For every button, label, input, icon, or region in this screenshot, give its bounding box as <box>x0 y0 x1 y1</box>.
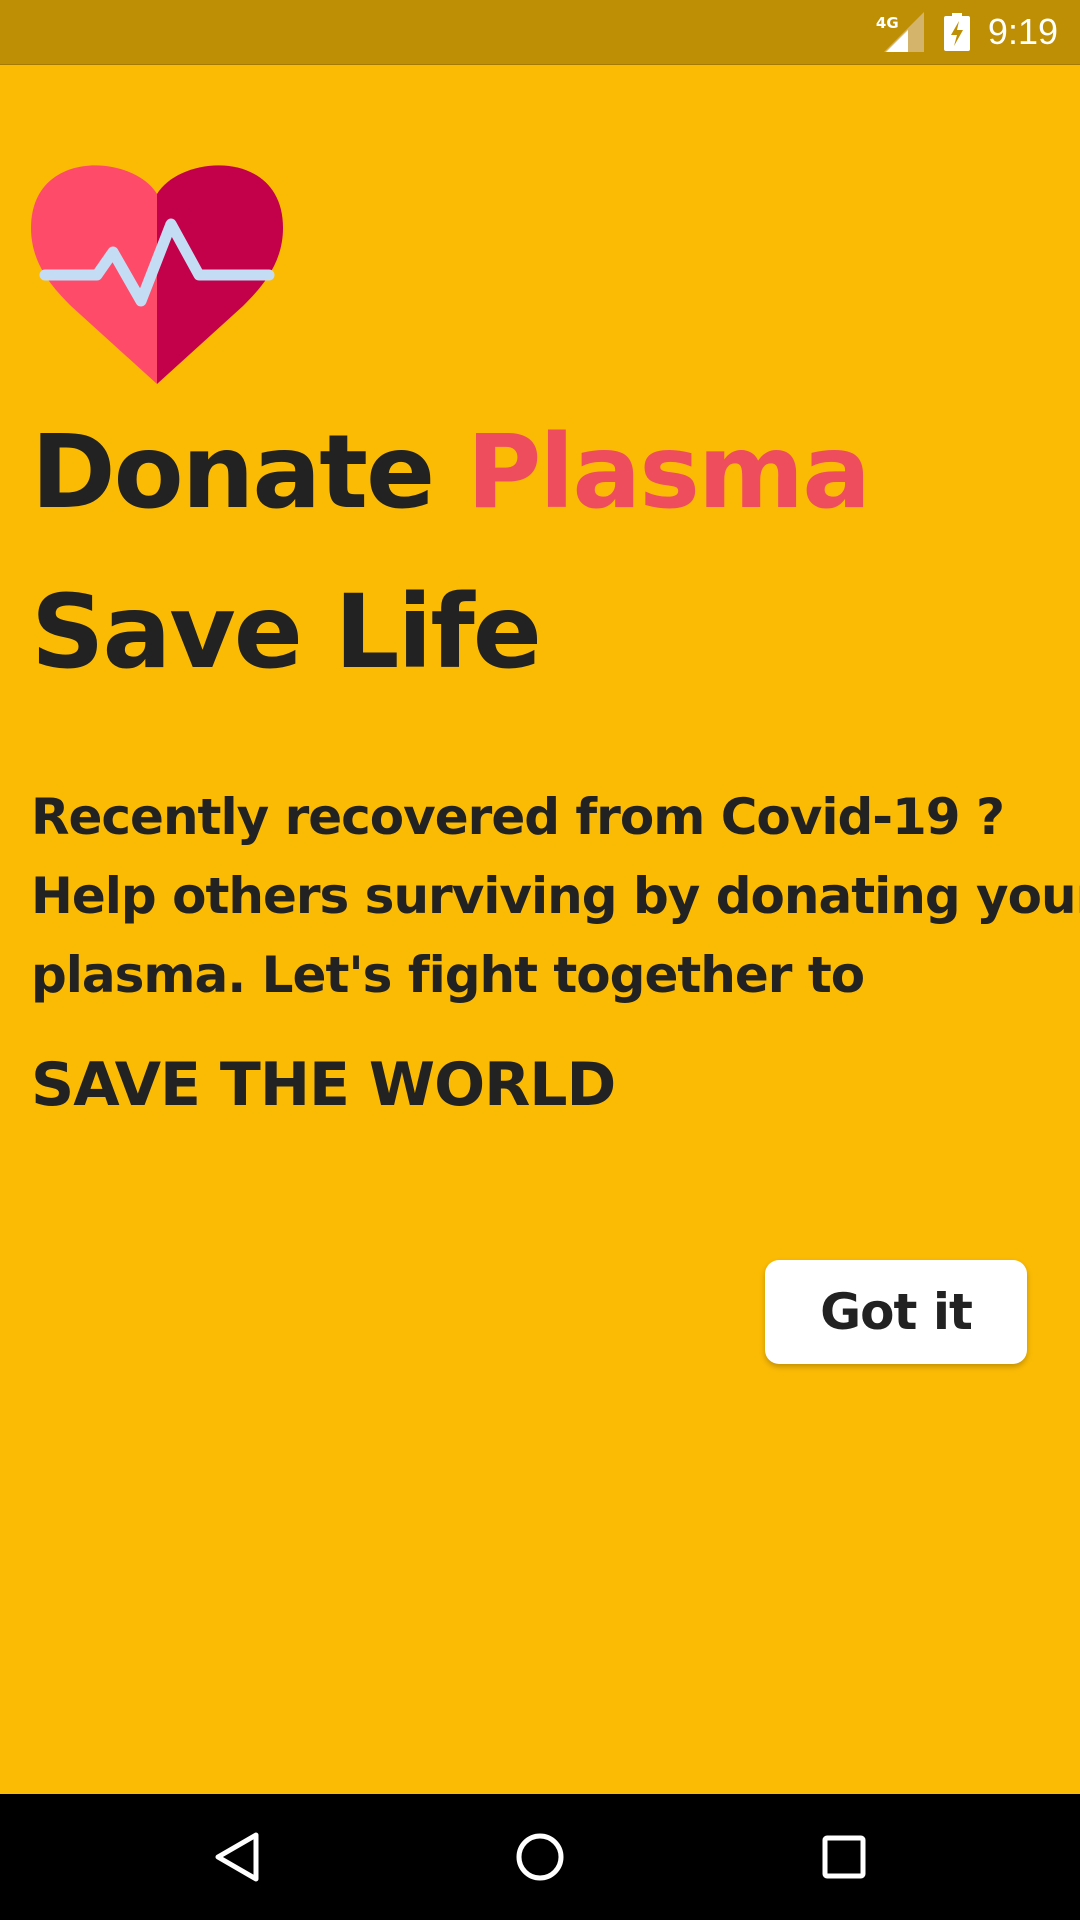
save-the-world-text: SAVE THE WORLD <box>31 1050 616 1120</box>
battery-charging-icon <box>943 13 970 51</box>
headline-word-plasma: Plasma <box>466 413 871 532</box>
description-line: Recently recovered from Covid-19 ? <box>31 788 1005 846</box>
recents-icon[interactable] <box>784 1794 904 1920</box>
headline-line-1: Donate Plasma <box>31 422 871 524</box>
description: Recently recovered from Covid-19 ? Help … <box>31 778 1080 1015</box>
signal-icon: 4G <box>876 12 924 52</box>
got-it-button[interactable]: Got it <box>765 1260 1027 1364</box>
status-time: 9:19 <box>987 11 1058 52</box>
back-icon[interactable] <box>177 1794 297 1920</box>
network-type-label: 4G <box>875 14 899 32</box>
home-icon[interactable] <box>480 1794 600 1920</box>
headline-word-donate: Donate <box>31 413 435 532</box>
headline-line-2: Save Life <box>31 573 542 692</box>
description-line: Help others surviving by donating your <box>31 867 1080 925</box>
heart-pulse-icon <box>31 154 283 384</box>
status-bar: 4G 9:19 <box>0 0 1080 65</box>
description-line: plasma. Let's fight together to <box>31 946 865 1004</box>
status-icons: 4G 9:19 <box>876 0 1058 64</box>
navigation-bar <box>0 1794 1080 1920</box>
